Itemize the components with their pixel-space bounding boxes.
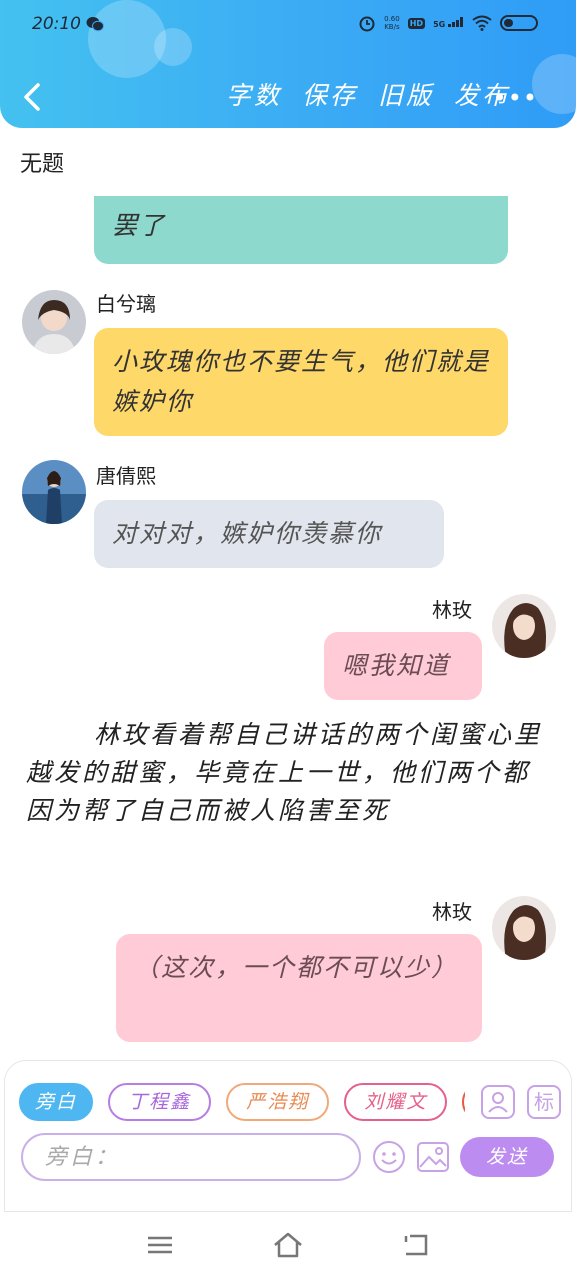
network-speed-unit: KB/s: [384, 23, 400, 31]
sender-name: 林玫: [432, 598, 472, 622]
document-title[interactable]: 无题: [20, 146, 64, 178]
message-bubble[interactable]: 嗯我知道: [324, 632, 482, 700]
send-button[interactable]: 发送: [460, 1137, 554, 1177]
alarm-icon: [359, 16, 375, 32]
message-text: 嗯我知道: [342, 651, 451, 680]
hd-badge: HD: [407, 17, 426, 29]
app-header: 20:10 0.60 KB/s HD 5G 字数 保存 旧版 发布 •••: [0, 0, 576, 128]
narration-text[interactable]: 林玫看着帮自己讲话的两个闺蜜心里越发的甜蜜，毕竟在上一世，他们两个都因为帮了自己…: [26, 716, 550, 830]
sender-name: 林玫: [432, 900, 472, 924]
more-menu-button[interactable]: •••: [493, 84, 538, 112]
message-bubble[interactable]: 小玫瑰你也不要生气，他们就是嫉妒你: [94, 328, 508, 436]
message-bubble[interactable]: 罢了: [94, 196, 508, 264]
chevron-left-icon[interactable]: [18, 80, 48, 114]
network-type-label: 5G: [433, 20, 446, 29]
status-icons: 0.60 KB/s HD 5G: [358, 14, 538, 32]
image-icon[interactable]: [415, 1139, 451, 1175]
role-selector: 旁白 丁程鑫 严浩翔 刘耀文 宋: [19, 1083, 465, 1123]
home-icon[interactable]: [272, 1230, 304, 1260]
sender-name: 唐倩熙: [96, 464, 156, 488]
word-count-button[interactable]: 字数: [226, 76, 282, 112]
network-speed-value: 0.60: [384, 15, 400, 23]
role-chip-narrator[interactable]: 旁白: [19, 1083, 94, 1121]
signal-icon: [448, 17, 463, 27]
avatar[interactable]: [22, 290, 86, 354]
menu-icon[interactable]: [144, 1230, 176, 1260]
network-speed: 0.60 KB/s: [384, 15, 400, 31]
return-icon[interactable]: [400, 1230, 432, 1260]
message-text: 罢了: [112, 211, 167, 240]
role-chip[interactable]: 丁程鑫: [108, 1083, 212, 1121]
sender-name: 白兮璃: [96, 292, 156, 316]
role-chip[interactable]: 严浩翔: [226, 1083, 330, 1121]
system-navigation-bar: [0, 1212, 576, 1280]
person-card-icon[interactable]: [481, 1085, 515, 1119]
message-text: 小玫瑰你也不要生气，他们就是嫉妒你: [112, 347, 491, 416]
dialogue-input[interactable]: [21, 1133, 361, 1181]
toolbar: 字数 保存 旧版 发布 •••: [0, 70, 576, 122]
person-card-glyph: [488, 1092, 508, 1113]
network-type: 5G: [433, 17, 464, 29]
message-text: （这次，一个都不可以少）: [134, 953, 459, 982]
wechat-icon: [86, 17, 104, 32]
role-chip[interactable]: 刘耀文: [344, 1083, 448, 1121]
emoji-icon[interactable]: [371, 1139, 407, 1175]
avatar-image: [22, 290, 86, 354]
save-button[interactable]: 保存: [302, 76, 358, 112]
avatar[interactable]: [492, 896, 556, 960]
wifi-icon: [472, 15, 492, 31]
message-bubble[interactable]: （这次，一个都不可以少）: [116, 934, 482, 1042]
input-panel: 旁白 丁程鑫 严浩翔 刘耀文 宋 标 发送: [4, 1060, 572, 1212]
avatar-image: [492, 896, 556, 960]
avatar-image: [22, 460, 86, 524]
tag-button[interactable]: 标: [527, 1085, 561, 1119]
status-bar: 20:10 0.60 KB/s HD 5G: [0, 0, 576, 52]
chat-area[interactable]: 罢了 白兮璃 小玫瑰你也不要生气，他们就是嫉妒你 唐倩熙 对对对，嫉妒你羡慕你 …: [0, 196, 576, 1056]
message-bubble[interactable]: 对对对，嫉妒你羡慕你: [94, 500, 444, 568]
avatar-image: [492, 594, 556, 658]
old-version-button[interactable]: 旧版: [378, 76, 434, 112]
battery-indicator: [500, 15, 538, 31]
status-time: 20:10: [32, 14, 81, 34]
avatar[interactable]: [22, 460, 86, 524]
role-chip[interactable]: 宋: [462, 1083, 465, 1121]
toolbar-actions: 字数 保存 旧版 发布: [226, 76, 510, 112]
message-text: 对对对，嫉妒你羡慕你: [112, 519, 383, 548]
avatar[interactable]: [492, 594, 556, 658]
battery-fill: [504, 19, 513, 27]
